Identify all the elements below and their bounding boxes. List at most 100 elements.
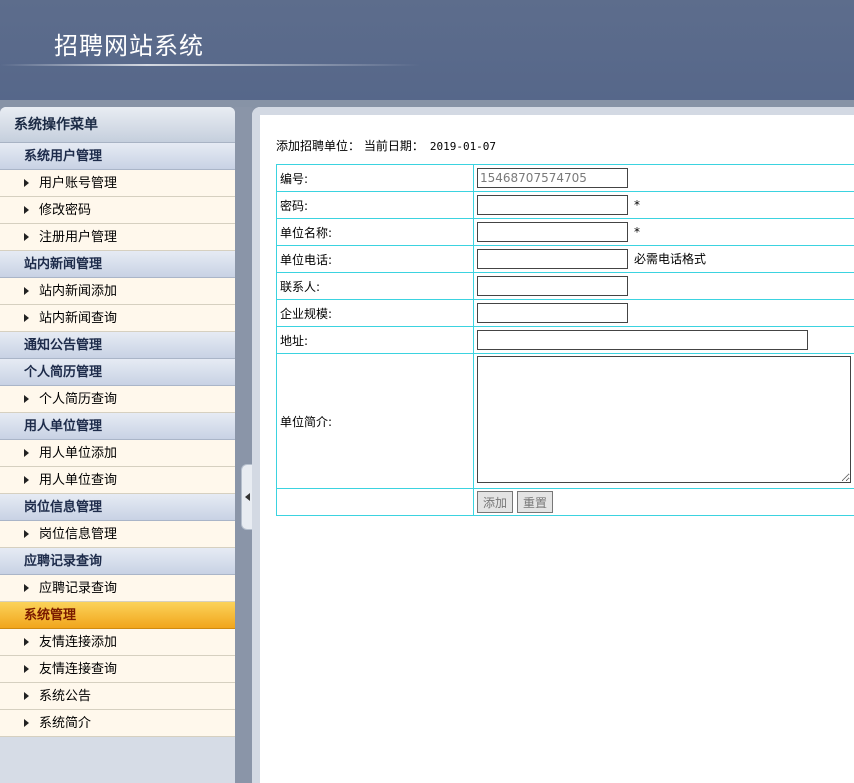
sidebar-group-resume-management[interactable]: 个人简历管理 xyxy=(0,359,235,386)
required-mark: * xyxy=(634,224,640,239)
add-button[interactable]: 添加 xyxy=(477,491,514,513)
arrow-right-icon xyxy=(24,286,29,295)
password-cell: * xyxy=(473,191,854,219)
company-name-field[interactable] xyxy=(477,222,628,242)
chevron-left-icon xyxy=(245,493,250,501)
address-field[interactable] xyxy=(477,330,808,350)
form-row-address: 地址: xyxy=(276,326,854,354)
sidebar-item-label: 友情连接查询 xyxy=(39,662,118,677)
arrow-right-icon xyxy=(24,205,29,214)
address-cell xyxy=(473,326,854,354)
sidebar-item-label: 站内新闻查询 xyxy=(39,311,118,326)
required-mark: * xyxy=(634,197,640,212)
arrow-right-icon xyxy=(24,529,29,538)
sidebar-item-label: 站内新闻添加 xyxy=(39,284,118,299)
password-label: 密码: xyxy=(276,191,474,219)
sidebar-item-query-employer[interactable]: 用人单位查询 xyxy=(0,467,235,494)
arrow-right-icon xyxy=(24,475,29,484)
form-row-password: 密码: * xyxy=(276,191,854,219)
contact-cell xyxy=(473,272,854,300)
sidebar-item-change-password[interactable]: 修改密码 xyxy=(0,197,235,224)
id-cell xyxy=(473,164,854,192)
company-scale-cell xyxy=(473,299,854,327)
sidebar-item-job-info[interactable]: 岗位信息管理 xyxy=(0,521,235,548)
sidebar-item-registered-users[interactable]: 注册用户管理 xyxy=(0,224,235,251)
sidebar-item-query-applications[interactable]: 应聘记录查询 xyxy=(0,575,235,602)
actions-cell: 添加 重置 xyxy=(473,488,854,516)
company-name-label: 单位名称: xyxy=(276,218,474,246)
sidebar-group-system-management[interactable]: 系统管理 xyxy=(0,602,235,629)
company-intro-label: 单位简介: xyxy=(276,353,474,489)
company-intro-cell xyxy=(473,353,854,489)
header-divider xyxy=(0,64,420,66)
sidebar-item-system-notice[interactable]: 系统公告 xyxy=(0,683,235,710)
company-name-cell: * xyxy=(473,218,854,246)
company-scale-label: 企业规模: xyxy=(276,299,474,327)
current-date: 2019-01-07 xyxy=(429,140,497,153)
arrow-right-icon xyxy=(24,637,29,646)
sidebar-item-label: 岗位信息管理 xyxy=(39,527,118,542)
sidebar-item-add-news[interactable]: 站内新闻添加 xyxy=(0,278,235,305)
sidebar-item-add-friend-link[interactable]: 友情连接添加 xyxy=(0,629,235,656)
arrow-right-icon xyxy=(24,718,29,727)
contact-label: 联系人: xyxy=(276,272,474,300)
sidebar-item-label: 个人简历查询 xyxy=(39,392,118,407)
main-panel: 添加招聘单位： 当前日期： 2019-01-07 编号: 密码: * 单位名称: … xyxy=(252,107,854,783)
sidebar-item-label: 修改密码 xyxy=(39,203,92,218)
arrow-right-icon xyxy=(24,448,29,457)
sidebar-item-label: 注册用户管理 xyxy=(39,230,118,245)
sidebar-item-system-intro[interactable]: 系统简介 xyxy=(0,710,235,737)
form-caption-text: 添加招聘单位： 当前日期： xyxy=(276,139,424,153)
app-title: 招聘网站系统 xyxy=(54,32,204,60)
arrow-right-icon xyxy=(24,178,29,187)
company-intro-textarea[interactable] xyxy=(477,356,851,483)
sidebar-item-query-friend-link[interactable]: 友情连接查询 xyxy=(0,656,235,683)
sidebar-item-user-accounts[interactable]: 用户账号管理 xyxy=(0,170,235,197)
id-field[interactable] xyxy=(477,168,628,188)
address-label: 地址: xyxy=(276,326,474,354)
arrow-right-icon xyxy=(24,583,29,592)
form-caption: 添加招聘单位： 当前日期： 2019-01-07 xyxy=(276,137,496,154)
sidebar-title: 系统操作菜单 xyxy=(0,107,235,143)
sidebar-group-user-management[interactable]: 系统用户管理 xyxy=(0,143,235,170)
sidebar-item-label: 用人单位添加 xyxy=(39,446,118,461)
sidebar-item-label: 用户账号管理 xyxy=(39,176,118,191)
id-label: 编号: xyxy=(276,164,474,192)
sidebar-group-job-management[interactable]: 岗位信息管理 xyxy=(0,494,235,521)
sidebar-group-employer-management[interactable]: 用人单位管理 xyxy=(0,413,235,440)
sidebar-item-label: 用人单位查询 xyxy=(39,473,118,488)
arrow-right-icon xyxy=(24,313,29,322)
sidebar-splitter[interactable] xyxy=(235,107,252,783)
company-scale-field[interactable] xyxy=(477,303,628,323)
form-row-actions: 添加 重置 xyxy=(276,488,854,516)
form-row-contact: 联系人: xyxy=(276,272,854,300)
arrow-right-icon xyxy=(24,664,29,673)
arrow-right-icon xyxy=(24,691,29,700)
password-field[interactable] xyxy=(477,195,628,215)
sidebar-group-news-management[interactable]: 站内新闻管理 xyxy=(0,251,235,278)
form-row-id: 编号: xyxy=(276,164,854,192)
sidebar-item-add-employer[interactable]: 用人单位添加 xyxy=(0,440,235,467)
sidebar-group-application-records[interactable]: 应聘记录查询 xyxy=(0,548,235,575)
arrow-right-icon xyxy=(24,232,29,241)
reset-button[interactable]: 重置 xyxy=(517,491,554,513)
employer-form: 编号: 密码: * 单位名称: * 单位电话: 必需电话格式 联系人: xyxy=(276,164,854,516)
phone-label: 单位电话: xyxy=(276,245,474,273)
form-row-scale: 企业规模: xyxy=(276,299,854,327)
sidebar-item-query-news[interactable]: 站内新闻查询 xyxy=(0,305,235,332)
phone-cell: 必需电话格式 xyxy=(473,245,854,273)
sidebar-group-notice-management[interactable]: 通知公告管理 xyxy=(0,332,235,359)
form-row-name: 单位名称: * xyxy=(276,218,854,246)
actions-label-cell xyxy=(276,488,474,516)
sidebar: 系统操作菜单 系统用户管理 用户账号管理 修改密码 注册用户管理 站内新闻管理 … xyxy=(0,107,235,783)
phone-format-hint: 必需电话格式 xyxy=(634,251,707,266)
form-row-intro: 单位简介: xyxy=(276,353,854,489)
sidebar-item-label: 系统简介 xyxy=(39,716,92,731)
sidebar-item-label: 系统公告 xyxy=(39,689,92,704)
app-header: 招聘网站系统 xyxy=(0,0,854,100)
form-row-phone: 单位电话: 必需电话格式 xyxy=(276,245,854,273)
sidebar-item-query-resume[interactable]: 个人简历查询 xyxy=(0,386,235,413)
sidebar-item-label: 应聘记录查询 xyxy=(39,581,118,596)
phone-field[interactable] xyxy=(477,249,628,269)
contact-field[interactable] xyxy=(477,276,628,296)
